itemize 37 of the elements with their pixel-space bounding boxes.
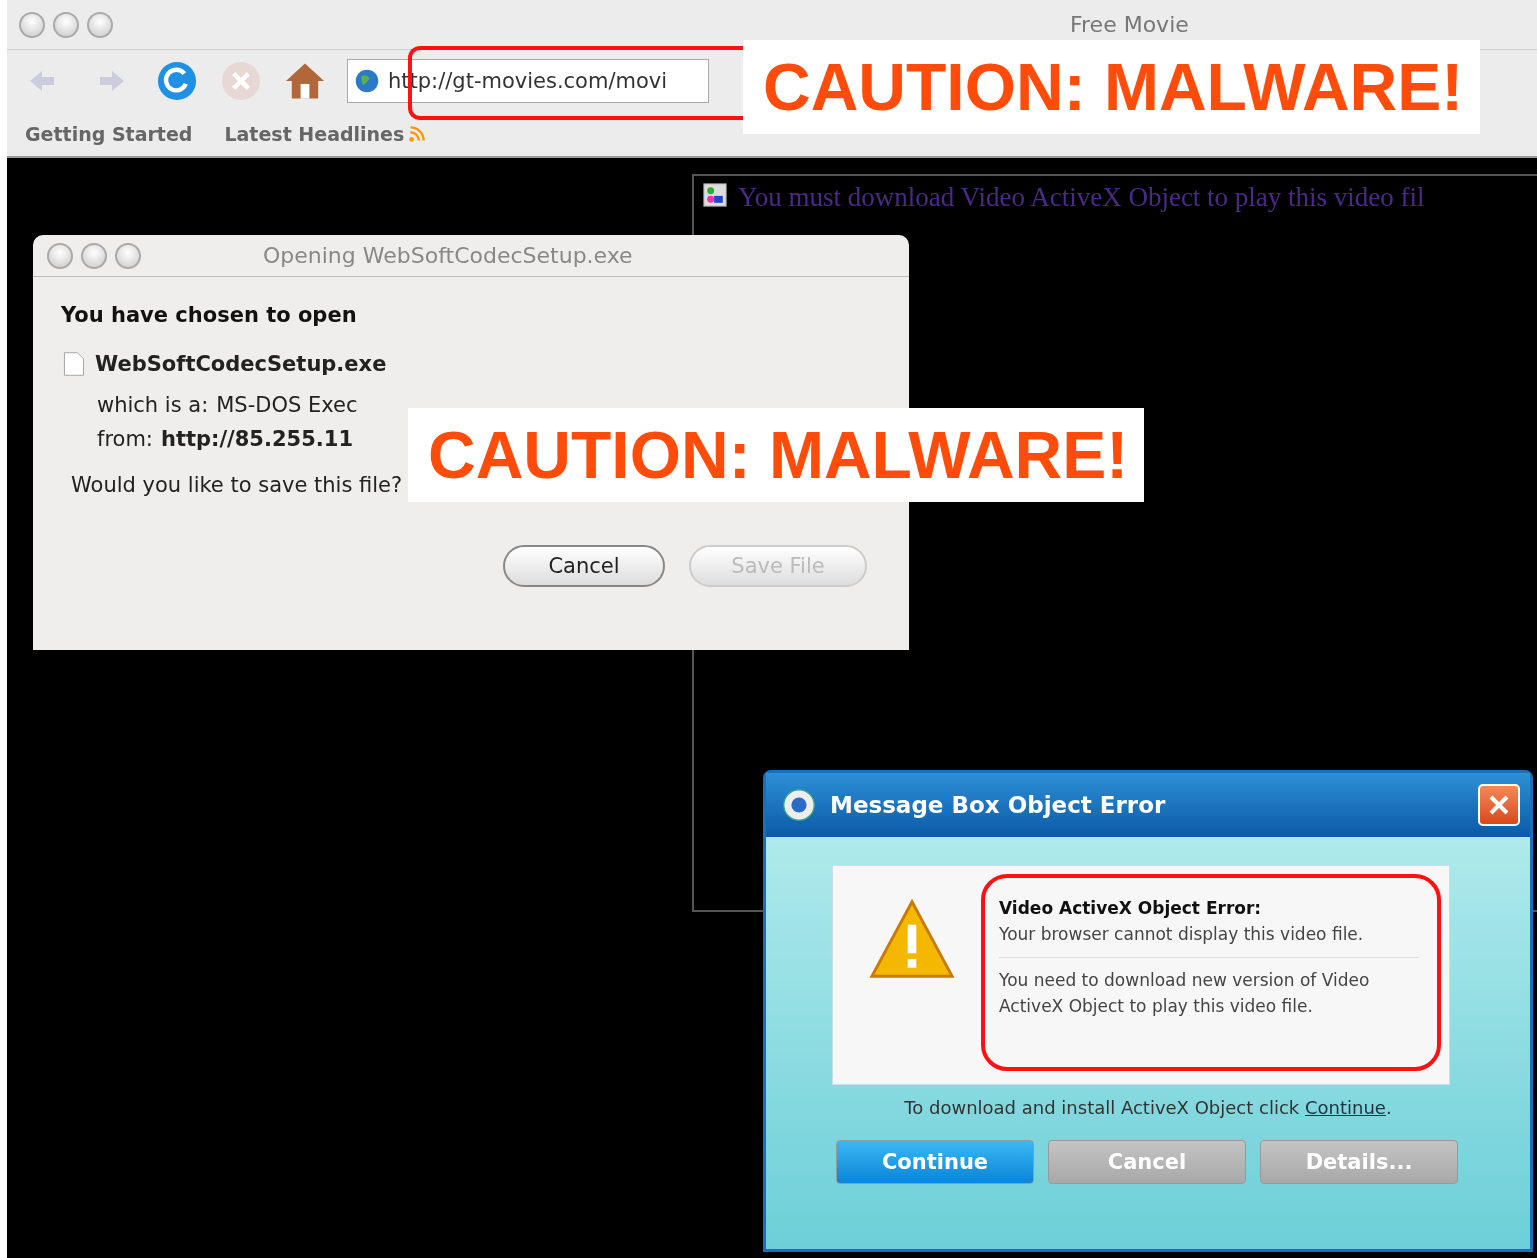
source-url: http://85.255.11 [160,427,353,451]
window-button[interactable] [115,242,141,269]
window-button[interactable] [81,242,107,269]
error-detail: You need to download new version of Video ActiveX Object to play this video file. [999,969,1371,1018]
file-name: WebSoftCodecSetup.exe [95,352,387,376]
close-button[interactable] [1478,784,1520,826]
app-icon [780,786,818,824]
broken-image-icon [702,182,728,208]
error-message: Your browser cannot display this video file. [999,922,1365,946]
error-heading: Video ActiveX Object Error: [999,897,1263,920]
dialog-title: Opening WebSoftCodecSetup.exe [263,243,633,268]
rss-icon [408,125,427,143]
caution-banner: CAUTION: MALWARE! [408,408,1144,502]
window-title: Free Movie [1070,12,1189,37]
dialog-button[interactable]: Continue [836,1140,1034,1184]
dialog-heading: You have chosen to open [61,303,358,327]
window-button[interactable] [47,242,73,269]
reload-icon[interactable] [155,59,199,103]
window-button[interactable] [53,11,79,38]
page-message: You must download Video ActiveX Object to play this video fil [738,182,1425,213]
field-label: from: [97,427,153,451]
window-button[interactable] [87,11,113,38]
close-icon [1487,793,1511,817]
dialog-title: Message Box Object Error [830,792,1167,818]
bookmark-link[interactable]: Latest Headlines [224,123,427,145]
window-button[interactable] [19,11,45,38]
file-type: MS-DOS Exec [216,393,358,417]
file-icon [61,349,87,379]
dialog-button[interactable]: Cancel [503,545,665,587]
bookmark-link[interactable]: Getting Started [25,123,193,145]
instruction-text: To download and install ActiveX Object click Continue. [904,1097,1392,1118]
continue-link[interactable]: Continue [1305,1097,1386,1118]
caution-banner: CAUTION: MALWARE! [743,40,1480,134]
globe-icon [354,68,380,94]
field-label: which is a: [97,393,209,417]
dialog-question: Would you like to save this file? [70,473,404,497]
stop-icon[interactable] [219,59,263,103]
